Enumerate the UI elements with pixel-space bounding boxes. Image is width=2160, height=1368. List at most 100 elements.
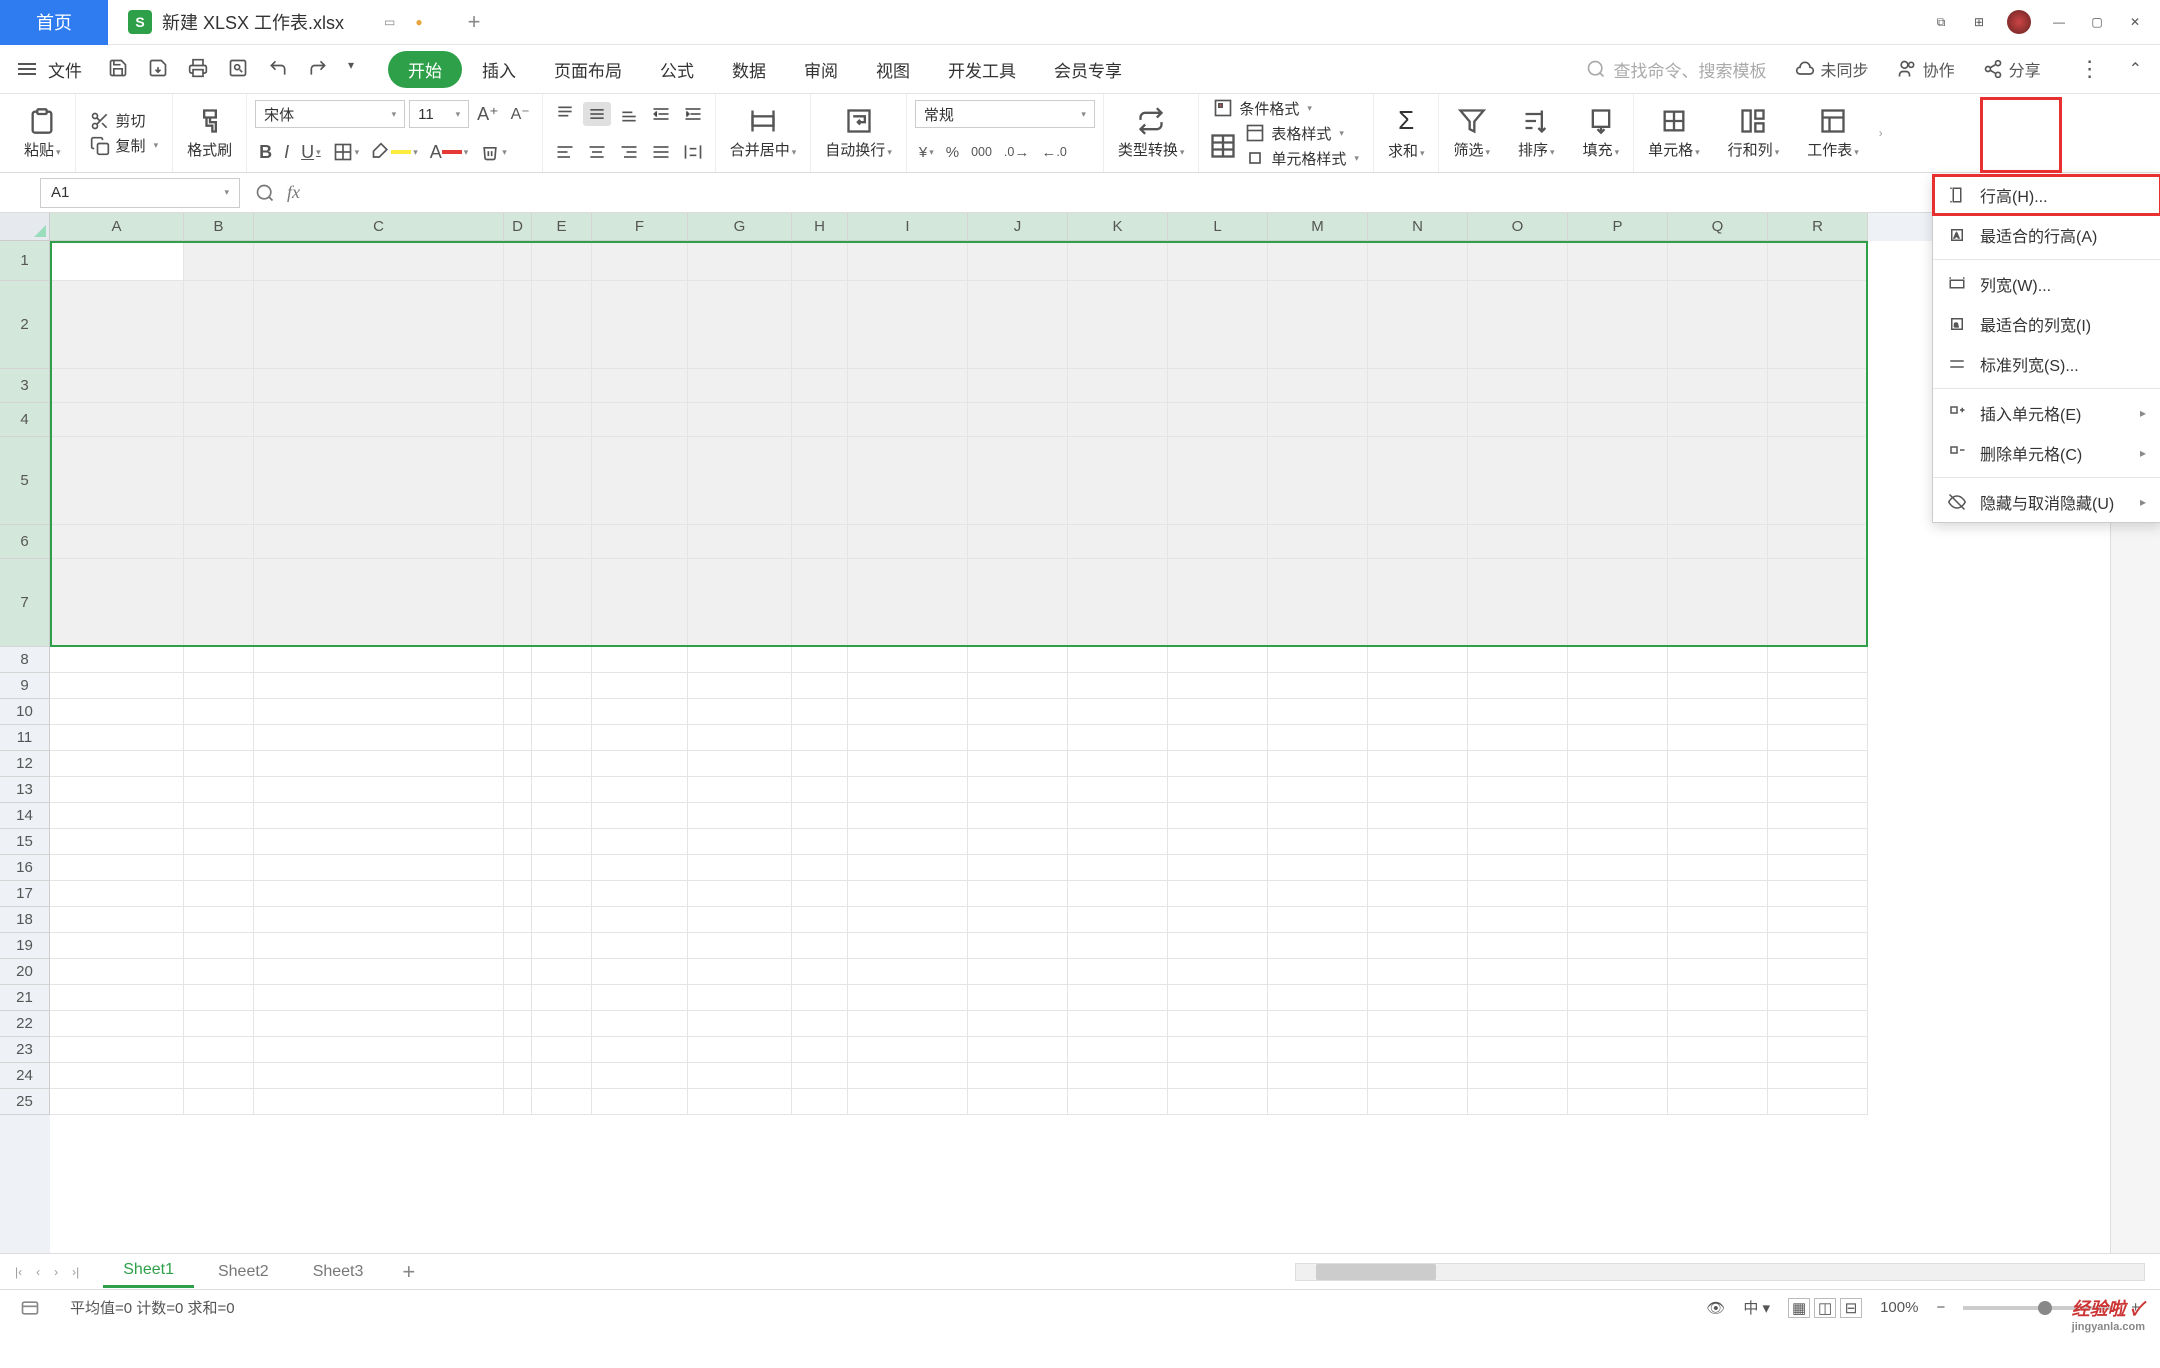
undo-icon[interactable] — [268, 58, 288, 81]
sheet-nav-first-icon[interactable]: |‹ — [15, 1265, 22, 1279]
number-format-select[interactable]: 常规▾ — [915, 100, 1095, 128]
menu-autofit-row[interactable]: A最适合的行高(A) — [1933, 215, 2160, 255]
row-header[interactable]: 16 — [0, 855, 50, 881]
status-mode-icon[interactable] — [20, 1298, 40, 1318]
align-top-icon[interactable] — [551, 102, 579, 126]
cell-button[interactable]: 单元格▾ — [1642, 107, 1706, 160]
command-search[interactable]: 查找命令、搜索模板 — [1586, 57, 1767, 82]
sort-button[interactable]: 排序▾ — [1512, 107, 1561, 160]
doc-menu-icon[interactable]: ▭ — [384, 15, 395, 29]
table-style-icon-button[interactable] — [1207, 121, 1239, 171]
col-header-K[interactable]: K — [1068, 213, 1168, 241]
redo-icon[interactable] — [308, 58, 328, 81]
row-header[interactable]: 14 — [0, 803, 50, 829]
menu-row-height[interactable]: 行高(H)... — [1933, 175, 2160, 215]
eye-mode-icon[interactable]: 👁 — [1706, 1299, 1725, 1317]
row-header[interactable]: 13 — [0, 777, 50, 803]
minimize-icon[interactable]: — — [2049, 12, 2069, 32]
tab-review[interactable]: 审阅 — [786, 51, 856, 88]
row-header[interactable]: 23 — [0, 1037, 50, 1063]
view-break-icon[interactable]: ⊟ — [1840, 1298, 1862, 1318]
increase-indent-icon[interactable] — [679, 102, 707, 126]
row-header[interactable]: 22 — [0, 1011, 50, 1037]
increase-decimal-icon[interactable]: .0→ — [1000, 142, 1033, 163]
font-color-button[interactable]: A▾ — [426, 140, 473, 165]
ribbon-scroll-icon[interactable]: › — [1873, 94, 1889, 172]
cut-button[interactable]: 剪切 — [84, 108, 165, 133]
col-header-D[interactable]: D — [504, 213, 532, 241]
type-convert-button[interactable]: 类型转换▾ — [1112, 107, 1191, 160]
menu-col-width[interactable]: 列宽(W)... — [1933, 264, 2160, 304]
user-avatar[interactable] — [2007, 10, 2031, 34]
save-icon[interactable] — [108, 58, 128, 81]
col-header-B[interactable]: B — [184, 213, 254, 241]
col-header-F[interactable]: F — [592, 213, 688, 241]
col-header-C[interactable]: C — [254, 213, 504, 241]
name-box[interactable]: A1▾ — [40, 178, 240, 208]
align-left-icon[interactable] — [551, 140, 579, 164]
filter-button[interactable]: 筛选▾ — [1447, 107, 1496, 160]
decrease-indent-icon[interactable] — [647, 102, 675, 126]
row-header[interactable]: 21 — [0, 985, 50, 1011]
row-col-button[interactable]: 行和列▾ — [1722, 107, 1786, 160]
menu-hide-unhide[interactable]: 隐藏与取消隐藏(U)▸ — [1933, 482, 2160, 522]
col-header-J[interactable]: J — [968, 213, 1068, 241]
col-header-I[interactable]: I — [848, 213, 968, 241]
row-header[interactable]: 11 — [0, 725, 50, 751]
maximize-icon[interactable]: ▢ — [2087, 12, 2107, 32]
sheet-nav-next-icon[interactable]: › — [54, 1265, 58, 1279]
row-header[interactable]: 18 — [0, 907, 50, 933]
collapse-ribbon-icon[interactable]: ⌃ — [2129, 59, 2142, 79]
select-all-corner[interactable] — [0, 213, 50, 241]
col-header-H[interactable]: H — [792, 213, 848, 241]
align-bottom-icon[interactable] — [615, 102, 643, 126]
horizontal-scrollbar[interactable] — [1295, 1263, 2145, 1281]
sheet-nav-last-icon[interactable]: ›| — [72, 1265, 79, 1279]
wrap-text-button[interactable]: 自动换行▾ — [819, 107, 898, 160]
tab-formula[interactable]: 公式 — [642, 51, 712, 88]
sheet-tab-2[interactable]: Sheet2 — [198, 1257, 289, 1287]
table-style-button[interactable]: 表格样式▾ — [1239, 121, 1365, 146]
qat-dropdown-icon[interactable]: ▾ — [348, 58, 354, 81]
align-center-icon[interactable] — [583, 140, 611, 164]
view-page-icon[interactable]: ◫ — [1814, 1298, 1836, 1318]
lang-icon[interactable]: 中 ▾ — [1743, 1297, 1770, 1318]
comma-style-icon[interactable]: 000 — [967, 143, 996, 161]
row-header[interactable]: 7 — [0, 559, 50, 647]
close-icon[interactable]: ✕ — [2125, 12, 2145, 32]
view-normal-icon[interactable]: ▦ — [1788, 1298, 1810, 1318]
tab-view[interactable]: 视图 — [858, 51, 928, 88]
apps-icon[interactable]: ⊞ — [1969, 12, 1989, 32]
sync-status[interactable]: 未同步 — [1795, 57, 1869, 81]
decrease-font-icon[interactable]: A⁻ — [507, 102, 534, 126]
document-tab[interactable]: S 新建 XLSX 工作表.xlsx ▭ ● — [108, 0, 443, 45]
share-button[interactable]: 分享 — [1983, 57, 2041, 81]
col-header-L[interactable]: L — [1168, 213, 1268, 241]
sum-button[interactable]: Σ求和▾ — [1382, 105, 1431, 161]
fill-color-button[interactable]: ▾ — [367, 140, 422, 164]
tab-start[interactable]: 开始 — [388, 51, 462, 88]
font-family-select[interactable]: 宋体▾ — [255, 100, 405, 128]
col-header-M[interactable]: M — [1268, 213, 1368, 241]
row-header[interactable]: 6 — [0, 525, 50, 559]
row-header[interactable]: 3 — [0, 369, 50, 403]
row-header[interactable]: 15 — [0, 829, 50, 855]
col-header-E[interactable]: E — [532, 213, 592, 241]
print-icon[interactable] — [188, 58, 208, 81]
menu-autofit-col[interactable]: a最适合的列宽(I) — [1933, 304, 2160, 344]
copy-button[interactable]: 复制▾ — [84, 133, 165, 158]
tab-page-layout[interactable]: 页面布局 — [536, 51, 640, 88]
row-header[interactable]: 17 — [0, 881, 50, 907]
print-preview-icon[interactable] — [228, 58, 248, 81]
row-header[interactable]: 20 — [0, 959, 50, 985]
percent-icon[interactable]: % — [942, 142, 963, 163]
currency-icon[interactable]: ¥▾ — [915, 142, 938, 163]
tab-data[interactable]: 数据 — [714, 51, 784, 88]
paste-button[interactable]: 粘贴▾ — [18, 107, 67, 160]
row-header[interactable]: 10 — [0, 699, 50, 725]
increase-font-icon[interactable]: A⁺ — [473, 102, 503, 127]
fill-button[interactable]: 填充▾ — [1577, 107, 1626, 160]
col-header-A[interactable]: A — [50, 213, 184, 241]
more-menu-icon[interactable]: ⋮ — [2079, 56, 2101, 82]
new-tab-button[interactable]: + — [468, 9, 481, 35]
